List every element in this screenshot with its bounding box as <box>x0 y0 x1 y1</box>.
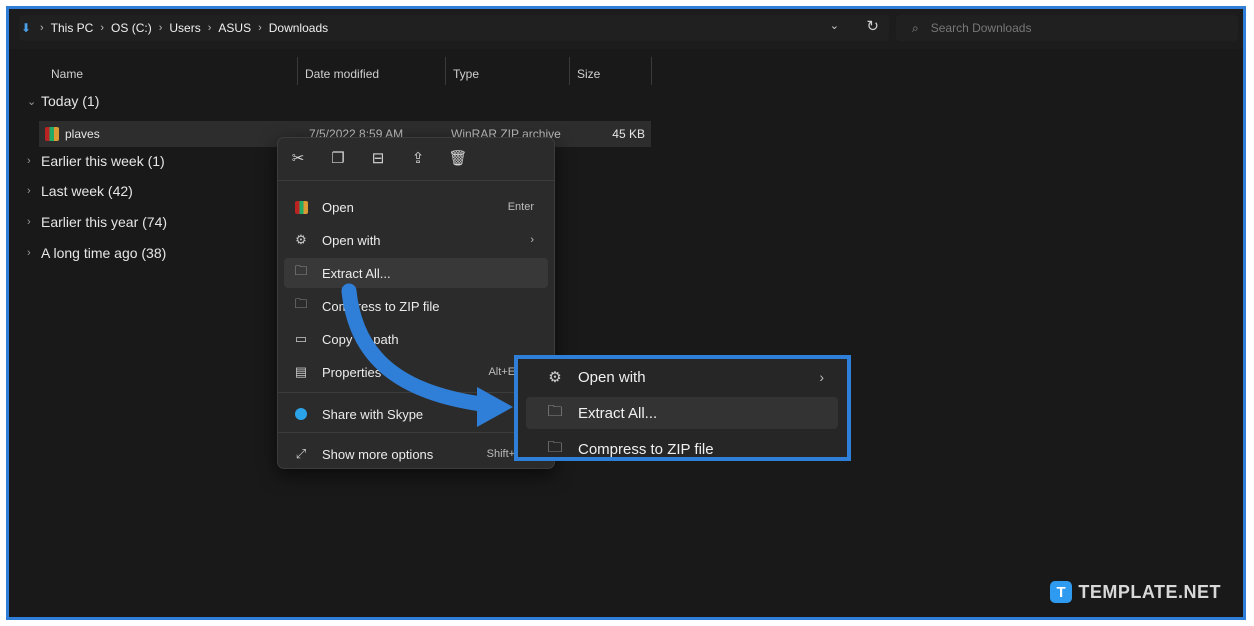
group-label: Today (1) <box>41 93 100 109</box>
zoom-item-label: Open with <box>578 368 646 386</box>
menu-item-label: Share with Skype <box>322 406 424 422</box>
menu-item-label: Extract All... <box>322 265 391 281</box>
menu-item-label: Open <box>322 199 354 215</box>
column-header-name[interactable]: Name <box>51 59 83 89</box>
menu-item-label: Copy as path <box>322 331 399 347</box>
breadcrumb-users[interactable]: Users <box>169 21 200 35</box>
menu-item-label: Compress to ZIP file <box>322 298 440 314</box>
search-input[interactable]: ⌕ Search Downloads <box>896 15 1238 41</box>
chevron-right-icon: › <box>258 22 262 34</box>
zoom-item-label: Extract All... <box>578 404 658 422</box>
rename-icon[interactable]: ⊟ <box>358 149 398 167</box>
more-options-icon: ⤢ <box>295 446 307 461</box>
menu-item-extract-all[interactable]: 🗀 Extract All... <box>284 258 548 288</box>
file-size: 45 KB <box>612 127 645 141</box>
extract-icon: 🗀 <box>547 402 563 420</box>
chevron-right-icon: › <box>27 185 31 197</box>
chevron-right-icon: › <box>27 155 31 167</box>
chevron-down-icon: ⌄ <box>27 95 37 108</box>
group-earlier-this-week[interactable]: › Earlier this week (1) <box>27 153 165 169</box>
group-label: A long time ago (38) <box>41 245 167 261</box>
menu-item-label: Properties <box>322 364 382 380</box>
curved-arrow-icon <box>341 283 513 427</box>
chevron-right-icon: › <box>819 369 824 385</box>
zip-folder-icon: 🗀 <box>294 296 308 311</box>
menu-item-open[interactable]: Open Enter <box>284 192 548 222</box>
menu-item-copy-as-path[interactable]: ▭ Copy as path <box>284 324 548 354</box>
chevron-right-icon: › <box>40 22 44 34</box>
search-placeholder: Search Downloads <box>930 21 1032 35</box>
chevron-down-icon[interactable]: ⌄ <box>830 19 839 32</box>
breadcrumb-asus[interactable]: ASUS <box>218 21 251 35</box>
menu-divider <box>278 180 554 181</box>
chevron-right-icon: › <box>530 234 534 246</box>
watermark-text: TEMPLATE.NET <box>1078 581 1221 602</box>
address-bar: ⬇ › This PC › OS (C:) › Users › ASUS › D… <box>9 9 1243 49</box>
delete-icon[interactable]: 🗑 <box>438 149 478 167</box>
zoom-item-label: Compress to ZIP file <box>578 440 714 458</box>
column-header-size[interactable]: Size <box>577 59 600 89</box>
chevron-right-icon: › <box>27 216 31 228</box>
menu-item-share-skype[interactable]: Share with Skype <box>284 399 548 429</box>
breadcrumb-this-pc[interactable]: This PC <box>51 21 94 35</box>
skype-icon <box>292 406 310 422</box>
breadcrumb-downloads[interactable]: Downloads <box>269 21 328 35</box>
zip-folder-icon: 🗀 <box>547 438 563 456</box>
group-label: Last week (42) <box>41 183 133 199</box>
column-divider[interactable] <box>651 57 652 85</box>
zoom-item-extract-all[interactable]: 🗀 Extract All... <box>526 397 838 429</box>
properties-icon: ▤ <box>294 364 308 379</box>
chevron-right-icon: › <box>100 22 105 34</box>
menu-item-label: Show more options <box>322 446 434 462</box>
menu-item-label: Open with <box>322 232 381 248</box>
cut-icon[interactable]: ✂ <box>278 149 318 167</box>
watermark: T TEMPLATE.NET <box>1050 581 1221 603</box>
refresh-icon[interactable]: ↻ <box>866 17 879 35</box>
breadcrumb-os-c[interactable]: OS (C:) <box>111 21 152 35</box>
menu-item-open-with[interactable]: ⚙ Open with › <box>284 225 548 255</box>
breadcrumb: › This PC › OS (C:) › Users › ASUS › Dow… <box>33 21 328 35</box>
group-last-week[interactable]: › Last week (42) <box>27 183 133 199</box>
copy-path-icon: ▭ <box>294 331 308 346</box>
group-a-long-time-ago[interactable]: › A long time ago (38) <box>27 245 166 261</box>
file-name: plaves <box>65 127 100 141</box>
context-menu-toolbar: ✂ ❐ ⊟ ⇪ 🗑 <box>278 138 554 178</box>
menu-item-show-more-options[interactable]: ⤢ Show more options Shift+F10 <box>284 439 548 469</box>
chevron-right-icon: › <box>207 22 212 34</box>
winrar-archive-icon <box>45 127 59 141</box>
menu-divider <box>278 392 554 393</box>
winrar-icon <box>292 199 310 215</box>
chevron-right-icon: › <box>27 247 31 259</box>
column-header-type[interactable]: Type <box>453 59 479 89</box>
zoom-item-compress-zip[interactable]: 🗀 Compress to ZIP file <box>526 433 838 465</box>
group-label: Earlier this week (1) <box>41 153 165 169</box>
copy-icon[interactable]: ❐ <box>318 149 358 167</box>
file-explorer-window: ⬇ › This PC › OS (C:) › Users › ASUS › D… <box>6 6 1246 620</box>
column-divider[interactable] <box>297 57 298 85</box>
group-label: Earlier this year (74) <box>41 214 168 230</box>
column-header-date-modified[interactable]: Date modified <box>305 59 379 89</box>
group-today[interactable]: ⌄ Today (1) <box>27 93 99 109</box>
menu-divider <box>278 432 554 433</box>
chevron-right-icon: › <box>158 22 163 34</box>
menu-item-properties[interactable]: ▤ Properties Alt+Enter <box>284 357 548 387</box>
column-divider[interactable] <box>569 57 570 85</box>
menu-item-compress-zip[interactable]: 🗀 Compress to ZIP file <box>284 291 548 321</box>
open-with-icon: ⚙ <box>548 369 562 386</box>
address-box[interactable]: ⬇ › This PC › OS (C:) › Users › ASUS › D… <box>19 15 889 41</box>
template-logo-icon: T <box>1050 581 1073 603</box>
open-with-icon: ⚙ <box>295 232 307 247</box>
search-icon: ⌕ <box>912 20 919 35</box>
column-divider[interactable] <box>445 57 446 85</box>
menu-item-shortcut: Enter <box>507 201 534 213</box>
group-earlier-this-year[interactable]: › Earlier this year (74) <box>27 214 167 230</box>
zoom-item-open-with[interactable]: ⚙ Open with › <box>526 361 838 393</box>
this-pc-icon: ⬇ <box>21 21 32 35</box>
share-icon[interactable]: ⇪ <box>398 149 438 167</box>
zoom-callout: ⚙ Open with › 🗀 Extract All... 🗀 Compres… <box>514 355 851 461</box>
extract-icon: 🗀 <box>294 263 308 278</box>
